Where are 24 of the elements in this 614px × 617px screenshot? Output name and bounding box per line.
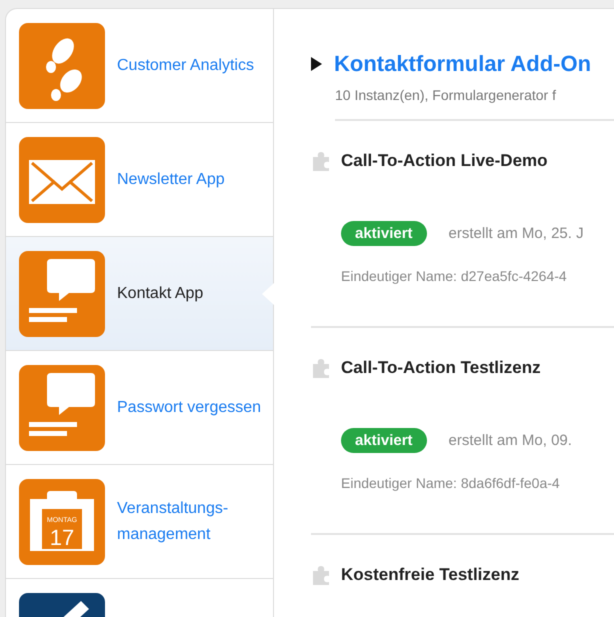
puzzle-piece-icon bbox=[311, 151, 331, 171]
selection-pointer bbox=[262, 283, 274, 305]
instance-title: Call-To-Action Live-Demo bbox=[341, 151, 548, 171]
addon-description: 10 Instanz(en), Formulargenerator f bbox=[335, 87, 614, 121]
speech-bubble-icon[interactable] bbox=[19, 364, 105, 450]
envelope-icon[interactable] bbox=[19, 136, 105, 222]
created-date: erstellt am Mo, 25. J bbox=[448, 225, 584, 242]
status-badge: aktiviert bbox=[341, 428, 427, 453]
instance-title: Kostenfreie Testlizenz bbox=[341, 565, 520, 585]
triangle-icon[interactable] bbox=[311, 57, 322, 71]
speech-bubble-icon[interactable] bbox=[19, 250, 105, 336]
footprints-icon[interactable] bbox=[19, 22, 105, 108]
puzzle-piece-icon bbox=[311, 358, 331, 378]
puzzle-piece-icon bbox=[311, 565, 331, 585]
addon-title-link[interactable]: Kontaktformular Add-On bbox=[334, 49, 592, 79]
created-date: erstellt am Mo, 09. bbox=[448, 432, 572, 449]
sidebar-item[interactable]: Passwort vergessen bbox=[6, 351, 273, 465]
sidebar-item[interactable]: Customer Analytics bbox=[6, 9, 273, 123]
unique-name: Eindeutiger Name: 8da6f6df-fe0a-4 bbox=[341, 475, 561, 491]
sidebar-item[interactable]: Newsletter App bbox=[6, 123, 273, 237]
sidebar-item[interactable]: Kontakt App bbox=[6, 237, 273, 351]
instance-title: Call-To-Action Testlizenz bbox=[341, 358, 541, 378]
status-badge: aktiviert bbox=[341, 221, 427, 246]
unique-name: Eindeutiger Name: d27ea5fc-4264-4 bbox=[341, 268, 568, 284]
